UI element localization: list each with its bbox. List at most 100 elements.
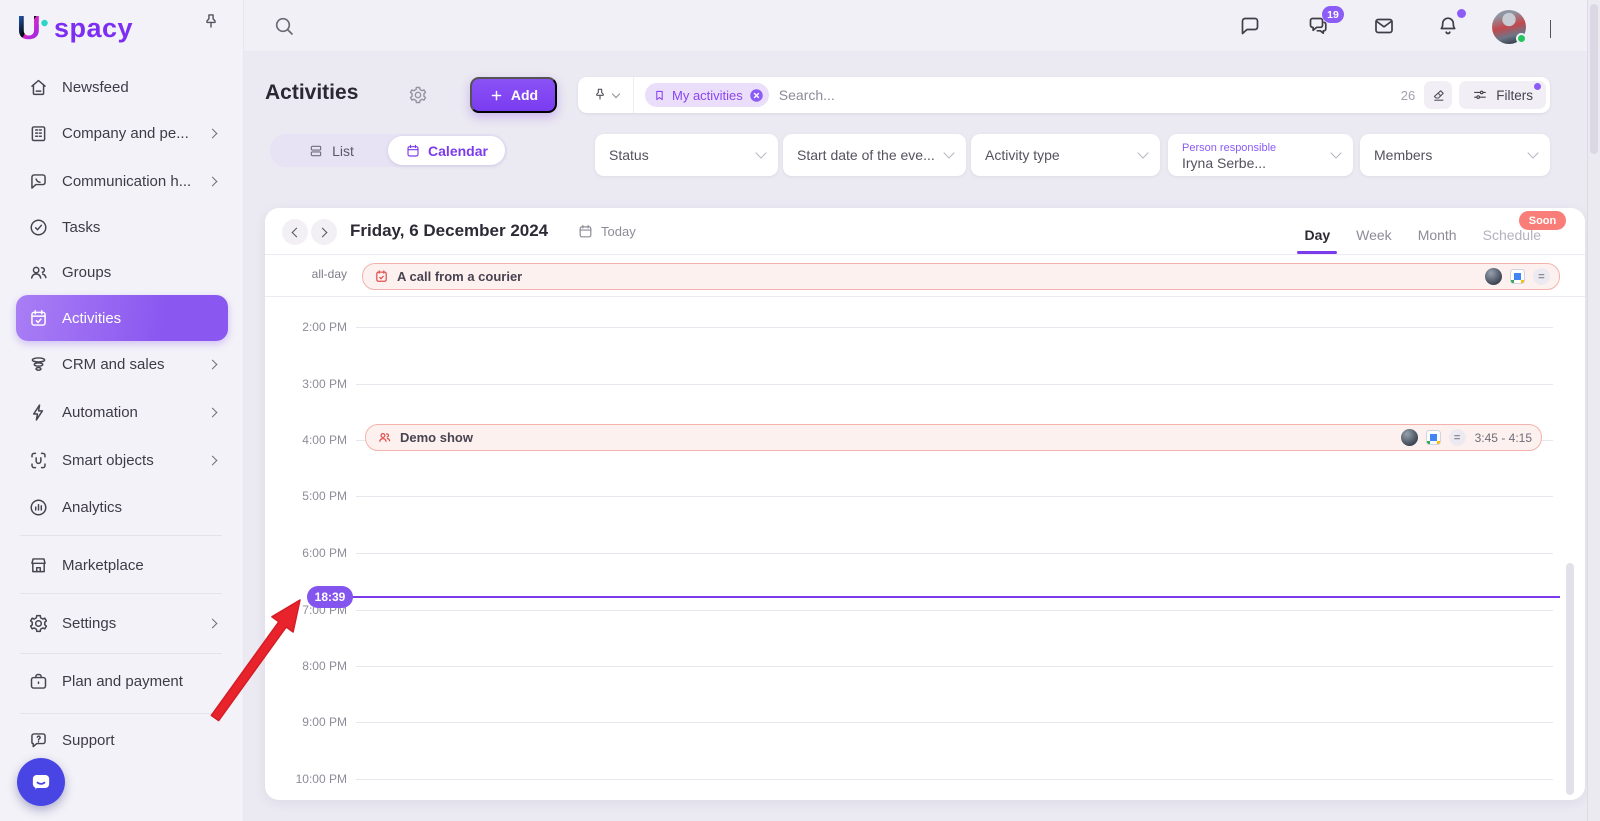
pin-filter-button[interactable] [578, 77, 634, 113]
calendar-check-icon [28, 308, 49, 329]
calendar-card: Friday, 6 December 2024 Today Day Week M… [265, 208, 1585, 800]
topbar: 19 [244, 0, 1587, 52]
sidebar-item-settings[interactable]: Settings [16, 600, 228, 646]
support-icon [28, 730, 49, 751]
calendar-view-tabs: Day Week Month Schedule [1304, 227, 1541, 243]
sidebar-divider [20, 593, 222, 594]
crm-funnel-icon [28, 354, 49, 375]
sidebar-item-automation[interactable]: Automation [16, 389, 228, 435]
calendar-icon [577, 223, 594, 240]
storefront-icon [28, 555, 49, 576]
app-logo[interactable]: U spacy [16, 8, 133, 48]
tab-day[interactable]: Day [1304, 227, 1330, 243]
bookmark-icon [653, 89, 666, 102]
logo-u-icon: U [16, 8, 52, 48]
today-button[interactable]: Today [577, 223, 636, 240]
add-button[interactable]: Add [470, 77, 557, 113]
sidebar-divider [20, 713, 222, 714]
mail-icon[interactable] [1372, 14, 1396, 38]
wallet-icon [28, 671, 49, 692]
sidebar: U spacy Newsfeed Company and pe... Commu… [0, 0, 244, 821]
gear-icon[interactable] [408, 85, 428, 105]
home-icon [28, 77, 49, 98]
page-scrollbar[interactable] [1587, 0, 1600, 821]
sidebar-item-activities[interactable]: Activities [16, 295, 228, 341]
chevron-right-icon [208, 359, 218, 369]
chat-icon[interactable] [1238, 14, 1262, 38]
tab-week[interactable]: Week [1356, 227, 1392, 243]
start-date-filter[interactable]: Start date of the eve... [783, 134, 966, 176]
chevron-down-icon [1330, 147, 1341, 158]
person-responsible-filter[interactable]: Person responsible Iryna Serbe... [1168, 134, 1353, 176]
sidebar-divider [20, 653, 222, 654]
sidebar-item-tasks[interactable]: Tasks [16, 204, 228, 250]
sidebar-item-analytics[interactable]: Analytics [16, 484, 228, 530]
soon-badge: Soon [1519, 211, 1566, 230]
messages-count-badge: 19 [1322, 6, 1344, 23]
search-icon[interactable] [272, 14, 296, 38]
search-input[interactable] [779, 87, 1401, 103]
chevron-right-icon [208, 455, 218, 465]
chevron-down-icon [1137, 147, 1148, 158]
avatar [1401, 429, 1418, 446]
divider [265, 254, 1585, 255]
results-count: 26 [1401, 88, 1415, 103]
sidebar-item-plan-payment[interactable]: Plan and payment [16, 658, 228, 704]
calendar-date-title: Friday, 6 December 2024 [350, 221, 548, 241]
sliders-icon [1472, 87, 1488, 103]
sidebar-divider [20, 535, 222, 536]
chevron-down-icon [943, 147, 954, 158]
sidebar-item-newsfeed[interactable]: Newsfeed [16, 64, 228, 110]
lightning-icon [28, 402, 49, 423]
prev-day-button[interactable] [282, 219, 308, 245]
page-scrollbar-thumb[interactable] [1590, 4, 1598, 154]
bell-icon[interactable] [1436, 14, 1460, 38]
view-toggle: List Calendar [270, 134, 507, 167]
tab-month[interactable]: Month [1418, 227, 1457, 243]
chat-widget-button[interactable] [17, 758, 65, 806]
eraser-icon [1431, 88, 1446, 103]
calendar-view-tab[interactable]: Calendar [388, 136, 505, 165]
calendar-scrollbar-thumb[interactable] [1566, 563, 1574, 795]
smart-objects-icon [28, 450, 49, 471]
check-circle-icon [28, 217, 49, 238]
sidebar-item-marketplace[interactable]: Marketplace [16, 542, 228, 588]
plus-icon [489, 88, 504, 103]
active-filters-dot [1534, 83, 1541, 90]
sidebar-item-communication-hub[interactable]: Communication h... [16, 158, 228, 204]
sidebar-item-support[interactable]: Support [16, 717, 228, 763]
activity-type-filter[interactable]: Activity type [971, 134, 1160, 176]
hamburger-icon[interactable]: = [1533, 268, 1550, 285]
list-view-tab[interactable]: List [270, 134, 392, 167]
sidebar-item-company[interactable]: Company and pe... [16, 110, 228, 156]
event-all-day[interactable]: A call from a courier = [362, 263, 1560, 290]
clear-filters-button[interactable] [1424, 81, 1452, 109]
pin-icon [592, 87, 608, 103]
chat-bubble-icon [28, 171, 49, 192]
chevron-right-icon [208, 176, 218, 186]
list-icon [308, 143, 324, 159]
event-demo-show[interactable]: Demo show = 3:45 - 4:15 [365, 424, 1542, 451]
building-icon [28, 123, 49, 144]
chevron-down-icon [755, 147, 766, 158]
sidebar-item-smart-objects[interactable]: Smart objects [16, 437, 228, 483]
members-filter[interactable]: Members [1360, 134, 1550, 176]
people-icon [28, 262, 49, 283]
filters-button[interactable]: Filters [1459, 81, 1546, 109]
chevron-down-icon [1527, 147, 1538, 158]
hamburger-icon[interactable]: = [1449, 429, 1466, 446]
my-activities-chip[interactable]: My activities [645, 83, 769, 107]
close-circle-icon[interactable] [749, 88, 764, 103]
next-day-button[interactable] [311, 219, 337, 245]
intercom-chat-icon [28, 769, 54, 795]
sidebar-item-crm[interactable]: CRM and sales [16, 341, 228, 387]
notification-dot [1457, 9, 1466, 18]
all-day-label: all-day [277, 267, 347, 281]
status-filter[interactable]: Status [595, 134, 778, 176]
online-status-dot [1516, 33, 1527, 44]
google-calendar-icon [1510, 269, 1525, 284]
pin-icon[interactable] [201, 12, 221, 32]
chevron-down-icon[interactable] [1550, 20, 1551, 38]
google-calendar-icon [1426, 430, 1441, 445]
sidebar-item-groups[interactable]: Groups [16, 249, 228, 295]
